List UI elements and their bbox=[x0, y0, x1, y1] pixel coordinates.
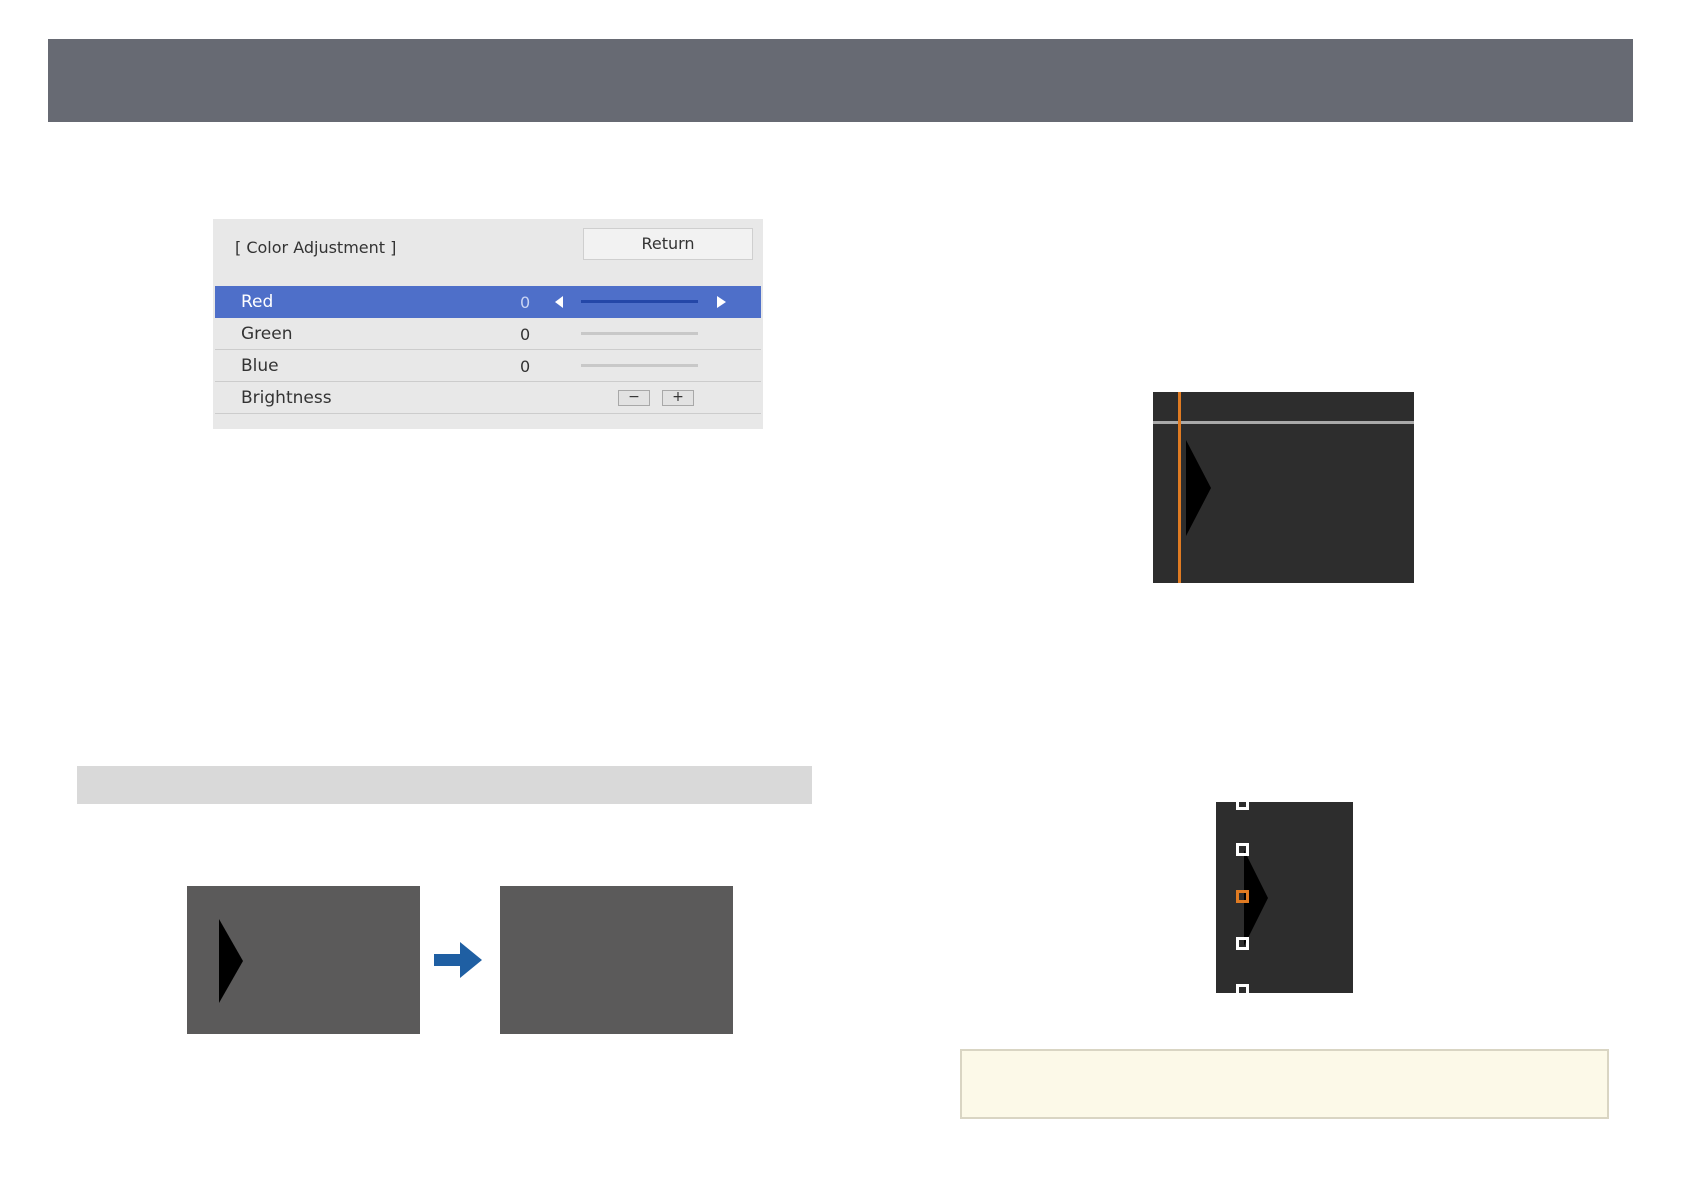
horizontal-guide-line bbox=[1153, 421, 1414, 424]
menu-row-red[interactable]: Red 0 bbox=[215, 286, 761, 318]
edge-blending-preview bbox=[1153, 392, 1414, 583]
row-label-green: Green bbox=[241, 324, 293, 344]
row-label-red: Red bbox=[241, 292, 274, 312]
correction-point-handle[interactable] bbox=[1236, 802, 1249, 810]
menu-row-blue[interactable]: Blue 0 bbox=[215, 350, 761, 382]
green-slider[interactable] bbox=[581, 332, 698, 335]
correction-point-handle[interactable] bbox=[1236, 937, 1249, 950]
note-box bbox=[960, 1049, 1609, 1119]
correction-point-handle[interactable] bbox=[1236, 984, 1249, 993]
row-value-green: 0 bbox=[520, 325, 531, 344]
menu-title: [ Color Adjustment ] bbox=[235, 238, 397, 257]
brightness-plus-button[interactable]: + bbox=[662, 390, 694, 406]
row-label-brightness: Brightness bbox=[241, 388, 332, 408]
row-label-blue: Blue bbox=[241, 356, 279, 376]
right-arrow-icon bbox=[434, 942, 482, 978]
decrease-arrow-icon[interactable] bbox=[555, 296, 563, 308]
blue-slider[interactable] bbox=[581, 364, 698, 367]
brightness-minus-button[interactable]: − bbox=[618, 390, 650, 406]
return-button[interactable]: Return bbox=[583, 228, 753, 260]
row-value-red: 0 bbox=[520, 293, 531, 312]
menu-row-brightness[interactable]: Brightness − + bbox=[215, 382, 761, 414]
row-value-blue: 0 bbox=[520, 357, 531, 376]
triangle-shape bbox=[219, 919, 243, 1003]
menu-row-green[interactable]: Green 0 bbox=[215, 318, 761, 350]
color-adjustment-menu: [ Color Adjustment ] Return Red 0 Green … bbox=[213, 219, 763, 429]
vertical-highlight-line[interactable] bbox=[1178, 392, 1181, 583]
selected-correction-point-handle[interactable] bbox=[1236, 890, 1249, 903]
triangle-shape bbox=[1186, 440, 1211, 536]
point-correction-preview bbox=[1216, 802, 1353, 993]
red-slider[interactable] bbox=[581, 300, 698, 303]
correction-point-handle[interactable] bbox=[1236, 843, 1249, 856]
after-image-panel bbox=[500, 886, 733, 1034]
increase-arrow-icon[interactable] bbox=[717, 296, 726, 308]
section-header-bar bbox=[77, 766, 812, 804]
before-image-panel bbox=[187, 886, 420, 1034]
top-banner bbox=[48, 39, 1633, 122]
